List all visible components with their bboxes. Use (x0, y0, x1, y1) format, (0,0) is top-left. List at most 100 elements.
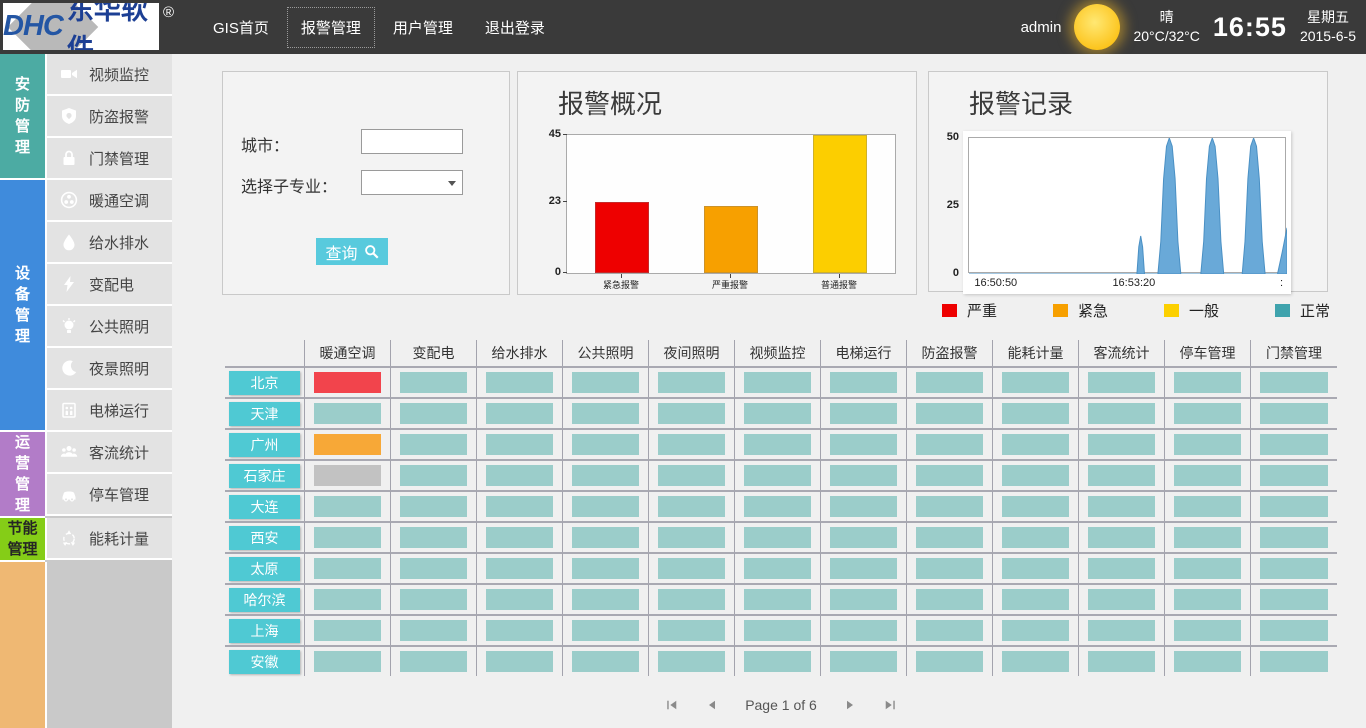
prev-page-icon[interactable] (705, 698, 719, 712)
sidebar-item-能耗计量[interactable]: 能耗计量 (45, 518, 172, 560)
nav-item-退出登录[interactable]: 退出登录 (472, 8, 558, 47)
status-normal-广州-停车管理[interactable] (1174, 434, 1241, 455)
status-normal-石家庄-客流统计[interactable] (1088, 465, 1155, 486)
status-normal-北京-防盗报警[interactable] (916, 372, 983, 393)
status-normal-上海-客流统计[interactable] (1088, 620, 1155, 641)
city-button-天津[interactable]: 天津 (229, 402, 300, 426)
status-normal-安徽-防盗报警[interactable] (916, 651, 983, 672)
status-normal-上海-能耗计量[interactable] (1002, 620, 1069, 641)
status-normal-大连-防盗报警[interactable] (916, 496, 983, 517)
sidebar-item-门禁管理[interactable]: 门禁管理 (45, 138, 172, 180)
status-normal-石家庄-公共照明[interactable] (572, 465, 639, 486)
first-page-icon[interactable] (665, 698, 679, 712)
status-normal-天津-变配电[interactable] (400, 403, 467, 424)
status-normal-大连-给水排水[interactable] (486, 496, 553, 517)
status-normal-大连-客流统计[interactable] (1088, 496, 1155, 517)
sidebar-item-客流统计[interactable]: 客流统计 (45, 432, 172, 474)
city-button-大连[interactable]: 大连 (229, 495, 300, 519)
status-normal-北京-客流统计[interactable] (1088, 372, 1155, 393)
status-normal-哈尔滨-停车管理[interactable] (1174, 589, 1241, 610)
next-page-icon[interactable] (843, 698, 857, 712)
status-normal-大连-视频监控[interactable] (744, 496, 811, 517)
city-button-哈尔滨[interactable]: 哈尔滨 (229, 588, 300, 612)
status-normal-太原-门禁管理[interactable] (1260, 558, 1328, 579)
status-normal-天津-公共照明[interactable] (572, 403, 639, 424)
status-normal-上海-变配电[interactable] (400, 620, 467, 641)
status-normal-太原-暖通空调[interactable] (314, 558, 381, 579)
status-normal-西安-客流统计[interactable] (1088, 527, 1155, 548)
status-normal-广州-视频监控[interactable] (744, 434, 811, 455)
status-normal-石家庄-给水排水[interactable] (486, 465, 553, 486)
status-normal-广州-能耗计量[interactable] (1002, 434, 1069, 455)
status-normal-天津-视频监控[interactable] (744, 403, 811, 424)
status-normal-广州-门禁管理[interactable] (1260, 434, 1328, 455)
status-normal-天津-给水排水[interactable] (486, 403, 553, 424)
status-normal-上海-电梯运行[interactable] (830, 620, 897, 641)
status-normal-安徽-电梯运行[interactable] (830, 651, 897, 672)
status-normal-西安-暖通空调[interactable] (314, 527, 381, 548)
sidebar-item-电梯运行[interactable]: 电梯运行 (45, 390, 172, 432)
status-normal-北京-停车管理[interactable] (1174, 372, 1241, 393)
status-normal-天津-暖通空调[interactable] (314, 403, 381, 424)
status-normal-北京-变配电[interactable] (400, 372, 467, 393)
status-normal-石家庄-能耗计量[interactable] (1002, 465, 1069, 486)
status-normal-天津-门禁管理[interactable] (1260, 403, 1328, 424)
search-button[interactable]: 查询 (316, 238, 388, 265)
sidebar-item-给水排水[interactable]: 给水排水 (45, 222, 172, 264)
status-normal-广州-客流统计[interactable] (1088, 434, 1155, 455)
status-normal-北京-给水排水[interactable] (486, 372, 553, 393)
status-normal-太原-夜间照明[interactable] (658, 558, 725, 579)
status-normal-上海-给水排水[interactable] (486, 620, 553, 641)
status-normal-石家庄-电梯运行[interactable] (830, 465, 897, 486)
status-normal-广州-夜间照明[interactable] (658, 434, 725, 455)
status-normal-天津-能耗计量[interactable] (1002, 403, 1069, 424)
city-input[interactable] (361, 129, 463, 154)
status-normal-安徽-门禁管理[interactable] (1260, 651, 1328, 672)
status-normal-上海-停车管理[interactable] (1174, 620, 1241, 641)
status-normal-西安-视频监控[interactable] (744, 527, 811, 548)
status-normal-广州-公共照明[interactable] (572, 434, 639, 455)
status-normal-哈尔滨-电梯运行[interactable] (830, 589, 897, 610)
status-normal-太原-变配电[interactable] (400, 558, 467, 579)
status-normal-石家庄-门禁管理[interactable] (1260, 465, 1328, 486)
status-normal-广州-电梯运行[interactable] (830, 434, 897, 455)
last-page-icon[interactable] (883, 698, 897, 712)
status-normal-安徽-能耗计量[interactable] (1002, 651, 1069, 672)
status-offline-石家庄-暖通空调[interactable] (314, 465, 381, 486)
city-button-西安[interactable]: 西安 (229, 526, 300, 550)
city-button-太原[interactable]: 太原 (229, 557, 300, 581)
status-normal-哈尔滨-夜间照明[interactable] (658, 589, 725, 610)
sidebar-item-公共照明[interactable]: 公共照明 (45, 306, 172, 348)
status-normal-太原-视频监控[interactable] (744, 558, 811, 579)
status-normal-安徽-夜间照明[interactable] (658, 651, 725, 672)
status-normal-广州-给水排水[interactable] (486, 434, 553, 455)
status-urgent-广州-暖通空调[interactable] (314, 434, 381, 455)
status-normal-哈尔滨-门禁管理[interactable] (1260, 589, 1328, 610)
status-normal-太原-停车管理[interactable] (1174, 558, 1241, 579)
status-normal-上海-防盗报警[interactable] (916, 620, 983, 641)
status-normal-北京-能耗计量[interactable] (1002, 372, 1069, 393)
city-button-上海[interactable]: 上海 (229, 619, 300, 643)
sub-specialty-select[interactable] (361, 170, 463, 195)
status-normal-大连-能耗计量[interactable] (1002, 496, 1069, 517)
status-normal-天津-夜间照明[interactable] (658, 403, 725, 424)
status-normal-北京-公共照明[interactable] (572, 372, 639, 393)
status-normal-石家庄-变配电[interactable] (400, 465, 467, 486)
status-normal-上海-视频监控[interactable] (744, 620, 811, 641)
status-normal-西安-停车管理[interactable] (1174, 527, 1241, 548)
status-normal-安徽-视频监控[interactable] (744, 651, 811, 672)
status-normal-安徽-暖通空调[interactable] (314, 651, 381, 672)
status-normal-西安-门禁管理[interactable] (1260, 527, 1328, 548)
status-normal-哈尔滨-变配电[interactable] (400, 589, 467, 610)
status-normal-太原-给水排水[interactable] (486, 558, 553, 579)
sidebar-item-夜景照明[interactable]: 夜景照明 (45, 348, 172, 390)
status-normal-上海-门禁管理[interactable] (1260, 620, 1328, 641)
sidebar-item-防盗报警[interactable]: 防盗报警 (45, 96, 172, 138)
status-normal-石家庄-防盗报警[interactable] (916, 465, 983, 486)
status-normal-大连-门禁管理[interactable] (1260, 496, 1328, 517)
status-normal-哈尔滨-客流统计[interactable] (1088, 589, 1155, 610)
sidebar-item-视频监控[interactable]: 视频监控 (45, 54, 172, 96)
sidebar-item-停车管理[interactable]: 停车管理 (45, 474, 172, 516)
status-normal-北京-夜间照明[interactable] (658, 372, 725, 393)
status-normal-哈尔滨-给水排水[interactable] (486, 589, 553, 610)
